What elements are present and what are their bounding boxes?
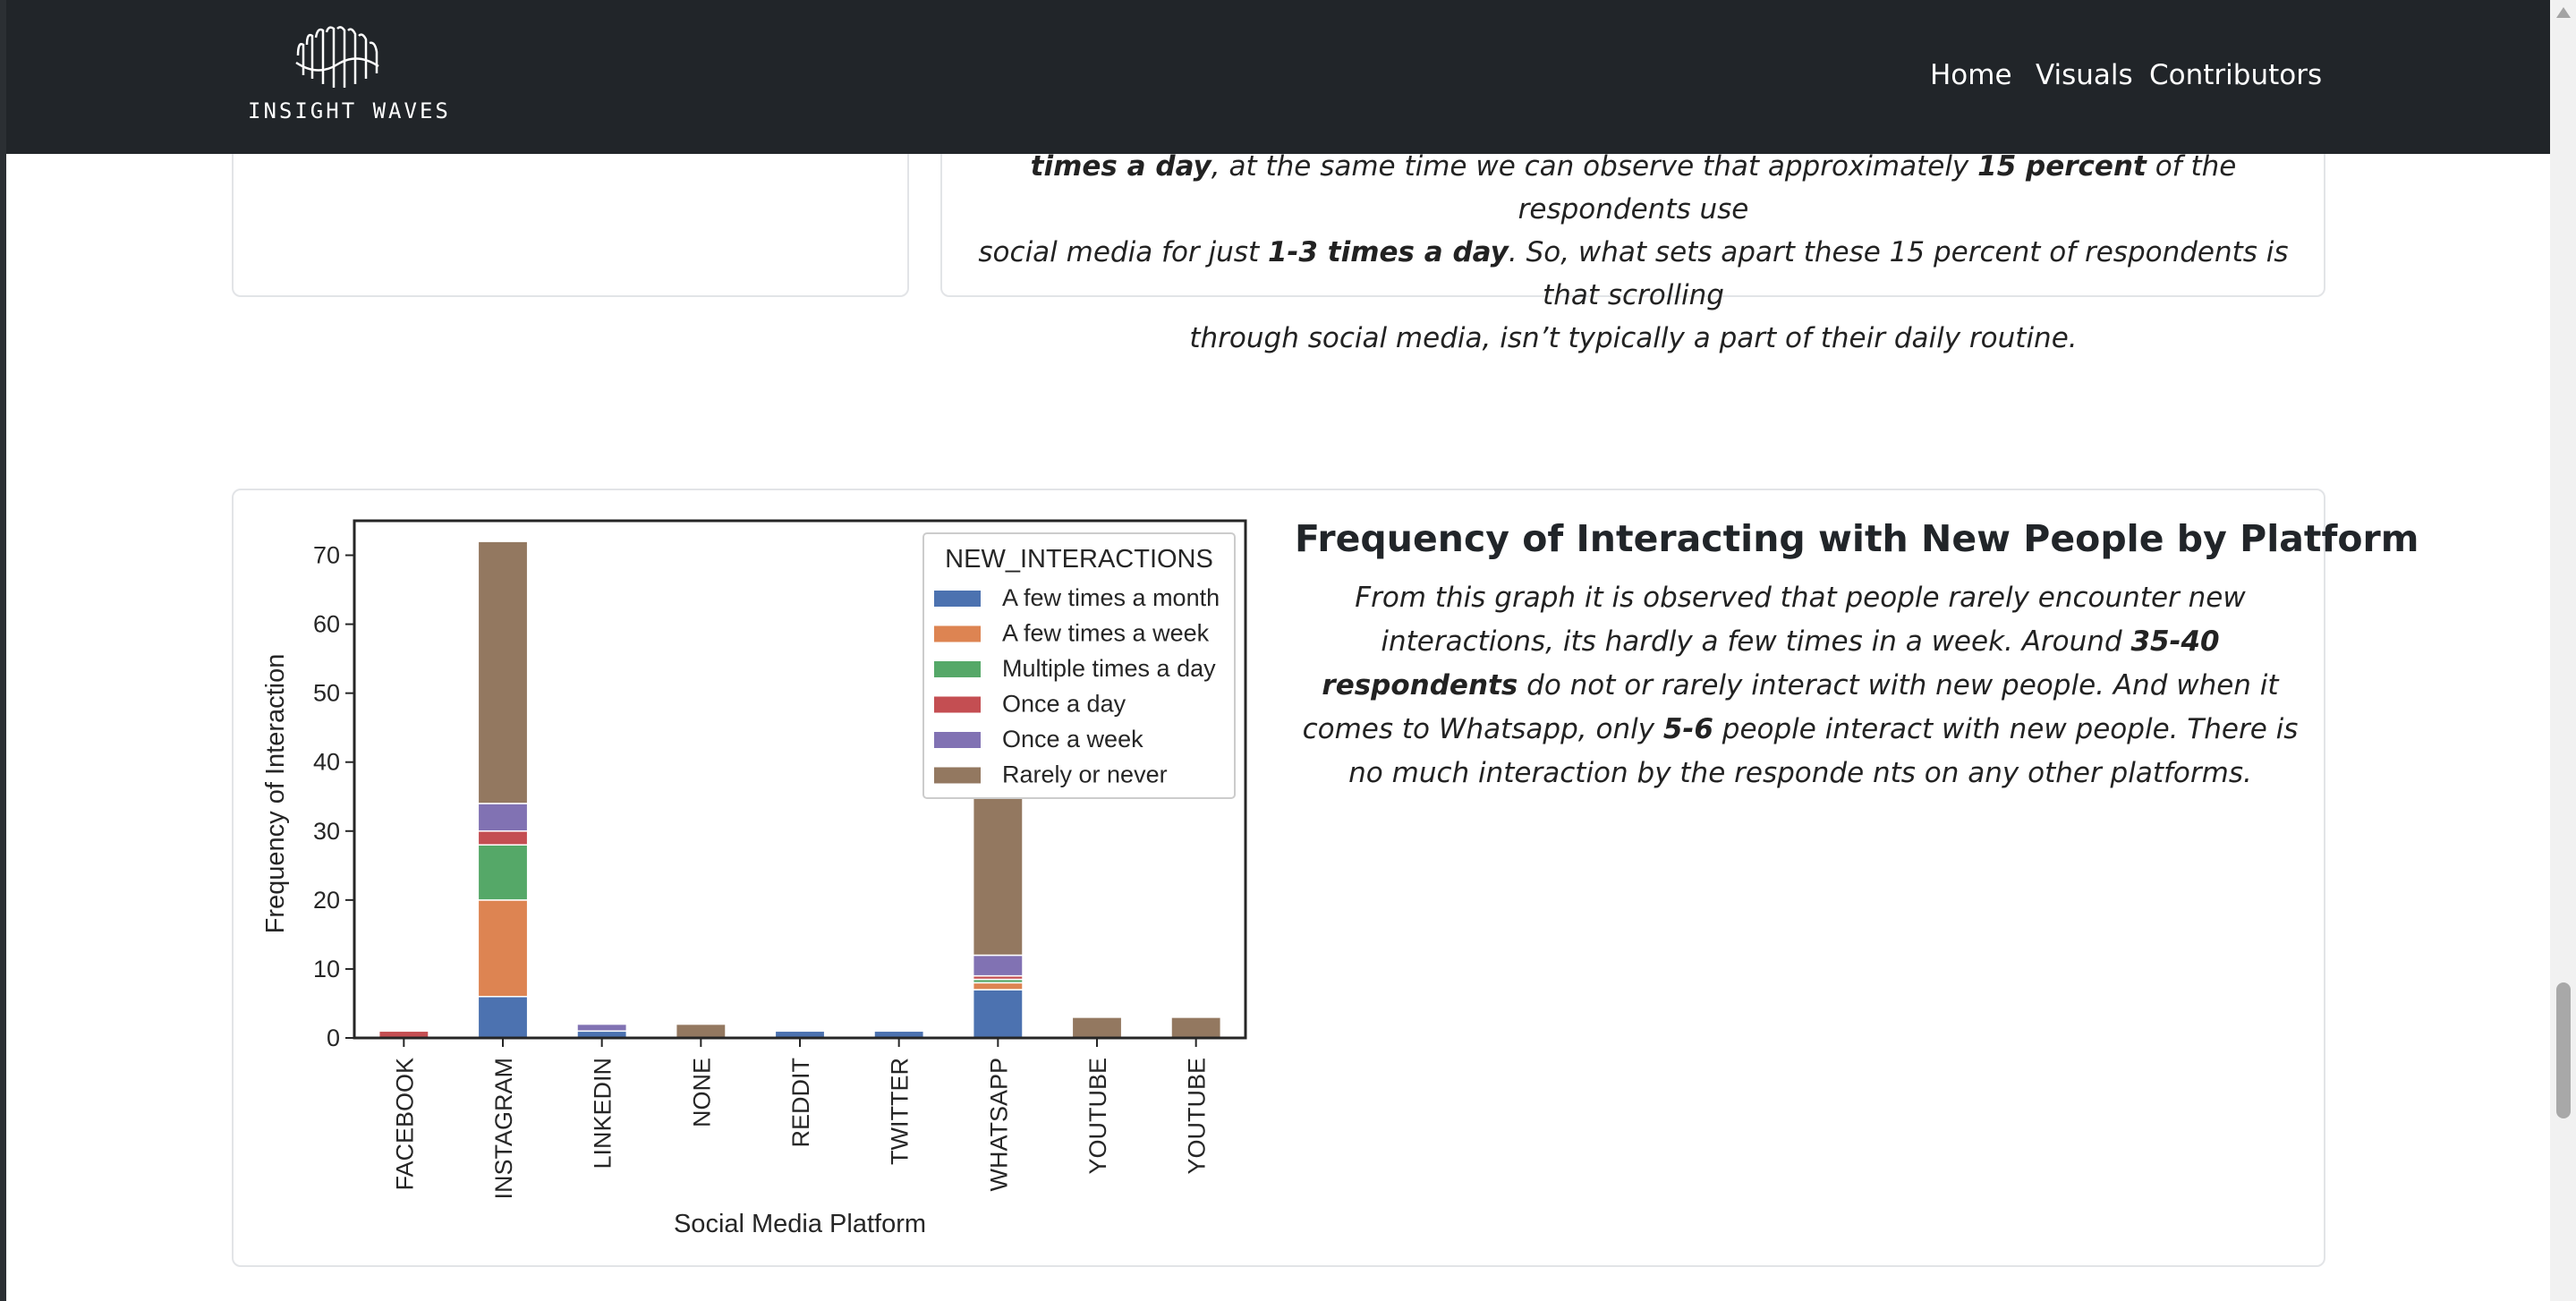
bar-segment-instagram-1 [477,899,529,998]
bar-segment-instagram-5 [477,540,529,804]
x-tick-label: WHATSAPP [985,1058,1012,1192]
legend-label-3: Once a day [1002,691,1126,718]
legend-swatch-3 [934,696,981,713]
y-tick-label: 30 [313,818,340,845]
x-tick-label: INSTAGRAM [490,1058,517,1200]
y-tick-label: 20 [313,887,340,914]
legend-swatch-0 [934,591,981,607]
bar-segment-instagram-2 [477,844,529,901]
legend-title: NEW_INTERACTIONS [945,545,1213,574]
bar-segment-none-5 [675,1023,727,1039]
bar-segment-whatsapp-1 [972,982,1024,991]
bold-count: 5-6 [1662,713,1713,745]
bold-times: 1-3 times a day [1267,236,1509,268]
x-tick-label: YOUTUBE [1184,1058,1211,1175]
nav-link-home[interactable]: Home [1930,59,2012,91]
vertical-scrollbar[interactable] [2550,0,2576,1301]
x-tick-label: REDDIT [787,1058,814,1148]
waves-logo-icon [295,26,379,88]
y-tick-label: 50 [313,680,340,707]
bar-segment-instagram-3 [477,830,529,846]
y-axis-label: Frequency of Interaction [261,654,290,934]
text-span: through social media, isn’t typically a … [1189,322,2078,354]
x-tick-label: LINKEDIN [590,1058,616,1169]
text-span: From this graph it is observed that peop… [1355,582,2246,658]
legend-swatch-4 [934,732,981,748]
nav-link-visuals[interactable]: Visuals [2036,59,2133,91]
bar-segment-youtube-5 [1071,1016,1123,1039]
section-description: From this graph it is observed that peop… [1295,576,2306,795]
bold-times-a-day: times a day [1030,150,1211,183]
legend-swatch-2 [934,661,981,677]
legend-label-4: Once a week [1002,726,1143,753]
bar-segment-youtube-5 [1170,1016,1222,1039]
x-tick-label: FACEBOOK [391,1058,418,1191]
legend-swatch-1 [934,625,981,642]
legend-label-2: Multiple times a day [1002,655,1216,682]
legend-label-1: A few times a week [1002,620,1210,647]
text-span: , at the same time we can observe that a… [1211,150,1978,183]
previous-description: times a day, at the same time we can obs… [960,145,2307,360]
legend-label-5: Rarely or never [1002,761,1168,788]
stacked-bar-chart: 0 10 20 30 40 50 60 70 FACEBOOK INSTAGRAM LINKEDIN… [261,519,1247,1238]
bold-percent: 15 percent [1977,150,2147,183]
x-tick-label: NONE [688,1058,715,1127]
y-tick-label: 0 [327,1025,340,1051]
scrollbar-thumb[interactable] [2556,982,2571,1118]
legend-label-0: A few times a month [1002,584,1220,611]
nav-link-contributors[interactable]: Contributors [2149,59,2322,91]
navbar: INSIGHT WAVES Home Visuals Contributors [6,0,2550,154]
y-tick-label: 70 [313,542,340,569]
bar-segment-linkedin-4 [576,1023,628,1033]
y-tick-label: 10 [313,956,340,982]
scroll-up-arrow-icon[interactable] [2556,7,2571,18]
logo[interactable]: INSIGHT WAVES [248,25,451,132]
page-viewport: times a day, at the same time we can obs… [0,0,2550,1301]
x-tick-label: TWITTER [887,1058,914,1165]
bar-segment-instagram-0 [477,996,529,1039]
bar-segment-instagram-4 [477,803,529,832]
y-tick-label: 60 [313,611,340,638]
x-axis-label: Social Media Platform [674,1210,926,1238]
text-span: social media for just [978,236,1268,268]
logo-text: INSIGHT WAVES [248,98,451,123]
bar-segment-whatsapp-4 [972,954,1024,977]
bar-segment-whatsapp-5 [972,795,1024,957]
x-tick-label: YOUTUBE [1084,1058,1111,1175]
text-span: . So, what sets apart these 15 percent o… [1508,236,2289,311]
legend-swatch-5 [934,767,981,784]
y-tick-label: 40 [313,749,340,776]
section-title: Frequency of Interacting with New People… [1295,517,2419,560]
bar-segment-whatsapp-0 [972,989,1024,1039]
